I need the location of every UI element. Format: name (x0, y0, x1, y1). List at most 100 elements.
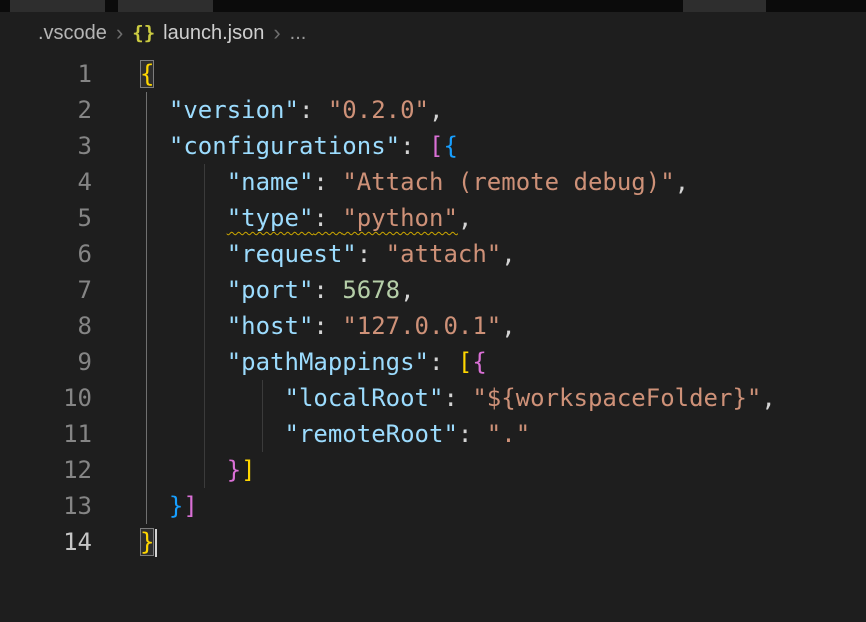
line-number[interactable]: 5 (0, 200, 92, 236)
code-token (140, 96, 169, 124)
code-token: , (458, 204, 472, 232)
indent-guide (204, 344, 205, 380)
editor-line[interactable]: 8 "host": "127.0.0.1", (0, 308, 866, 344)
editor-line[interactable]: 13 }] (0, 488, 866, 524)
indent-guide (146, 164, 147, 200)
code-content[interactable]: "configurations": [{ (140, 128, 866, 164)
indent-guide (204, 416, 205, 452)
code-token: } (169, 492, 183, 520)
editor-line[interactable]: 6 "request": "attach", (0, 236, 866, 272)
code-token: : (313, 276, 342, 304)
editor-line[interactable]: 1{ (0, 56, 866, 92)
editor-line[interactable]: 4 "name": "Attach (remote debug)", (0, 164, 866, 200)
code-token: "attach" (386, 240, 502, 268)
indent-guide (204, 164, 205, 200)
code-content[interactable]: }] (140, 452, 866, 488)
code-content[interactable]: "remoteRoot": "." (140, 416, 866, 452)
editor-line[interactable]: 7 "port": 5678, (0, 272, 866, 308)
editor[interactable]: 1{2 "version": "0.2.0",3 "configurations… (0, 54, 866, 560)
json-file-icon: {} (132, 22, 163, 44)
code-content[interactable]: "host": "127.0.0.1", (140, 308, 866, 344)
indent-guide (262, 416, 263, 452)
line-number[interactable]: 6 (0, 236, 92, 272)
line-number[interactable]: 8 (0, 308, 92, 344)
editor-line[interactable]: 2 "version": "0.2.0", (0, 92, 866, 128)
code-token: , (675, 168, 689, 196)
indent-guide (146, 308, 147, 344)
code-content[interactable]: "type": "python", (140, 200, 866, 236)
code-token: "request" (227, 240, 357, 268)
code-token: [ (458, 348, 472, 376)
editor-line[interactable]: 11 "remoteRoot": "." (0, 416, 866, 452)
line-number[interactable]: 10 (0, 380, 92, 416)
editor-line[interactable]: 5 "type": "python", (0, 200, 866, 236)
code-content[interactable]: "localRoot": "${workspaceFolder}", (140, 380, 866, 416)
indent-guide (146, 416, 147, 452)
code-token (140, 240, 227, 268)
chevron-right-icon: › (264, 20, 289, 46)
code-content[interactable]: { (140, 56, 866, 92)
code-token: "configurations" (169, 132, 400, 160)
code-token: , (761, 384, 775, 412)
code-token: : (400, 132, 429, 160)
code-token: , (501, 240, 515, 268)
code-token: "name" (227, 168, 314, 196)
line-number[interactable]: 13 (0, 488, 92, 524)
line-number[interactable]: 9 (0, 344, 92, 380)
code-token (140, 204, 227, 232)
line-number[interactable]: 1 (0, 56, 92, 92)
code-content[interactable]: }] (140, 488, 866, 524)
line-number[interactable]: 3 (0, 128, 92, 164)
code-token (140, 312, 227, 340)
code-token: : (299, 96, 328, 124)
editor-line[interactable]: 14} (0, 524, 866, 560)
indent-guide (204, 236, 205, 272)
editor-line[interactable]: 12 }] (0, 452, 866, 488)
breadcrumb: .vscode › {} launch.json › ... (0, 12, 866, 54)
code-token: "Attach (remote debug)" (342, 168, 674, 196)
indent-guide (146, 452, 147, 488)
line-number[interactable]: 7 (0, 272, 92, 308)
code-content[interactable]: "request": "attach", (140, 236, 866, 272)
code-token: "type" (227, 204, 314, 232)
line-number[interactable]: 14 (0, 524, 92, 560)
code-content[interactable]: "port": 5678, (140, 272, 866, 308)
code-token: "${workspaceFolder}" (472, 384, 761, 412)
indent-guide (204, 452, 205, 488)
code-token: [ (429, 132, 443, 160)
code-token: { (443, 132, 457, 160)
tab-remnant (10, 0, 105, 12)
chevron-right-icon: › (107, 20, 132, 46)
line-number[interactable]: 11 (0, 416, 92, 452)
code-token: "localRoot" (285, 384, 444, 412)
code-token (140, 420, 285, 448)
editor-line[interactable]: 10 "localRoot": "${workspaceFolder}", (0, 380, 866, 416)
code-content[interactable]: "name": "Attach (remote debug)", (140, 164, 866, 200)
code-content[interactable]: } (140, 524, 866, 560)
line-number[interactable]: 2 (0, 92, 92, 128)
code-token: : (443, 384, 472, 412)
code-token (140, 168, 227, 196)
code-token: "127.0.0.1" (342, 312, 501, 340)
code-token: ] (183, 492, 197, 520)
line-number[interactable]: 12 (0, 452, 92, 488)
code-token: : (458, 420, 487, 448)
code-token: , (429, 96, 443, 124)
code-token: "host" (227, 312, 314, 340)
tab-remnant (683, 0, 766, 12)
editor-line[interactable]: 9 "pathMappings": [{ (0, 344, 866, 380)
code-token: , (501, 312, 515, 340)
code-content[interactable]: "version": "0.2.0", (140, 92, 866, 128)
code-token: : (429, 348, 458, 376)
indent-guide (262, 380, 263, 416)
editor-line[interactable]: 3 "configurations": [{ (0, 128, 866, 164)
breadcrumb-folder[interactable]: .vscode (38, 22, 107, 45)
breadcrumb-more[interactable]: ... (290, 22, 307, 45)
code-token: : (357, 240, 386, 268)
code-token: "pathMappings" (227, 348, 429, 376)
code-token: { (472, 348, 486, 376)
breadcrumb-file[interactable]: launch.json (163, 22, 264, 45)
line-number[interactable]: 4 (0, 164, 92, 200)
code-content[interactable]: "pathMappings": [{ (140, 344, 866, 380)
code-token: } (227, 456, 241, 484)
